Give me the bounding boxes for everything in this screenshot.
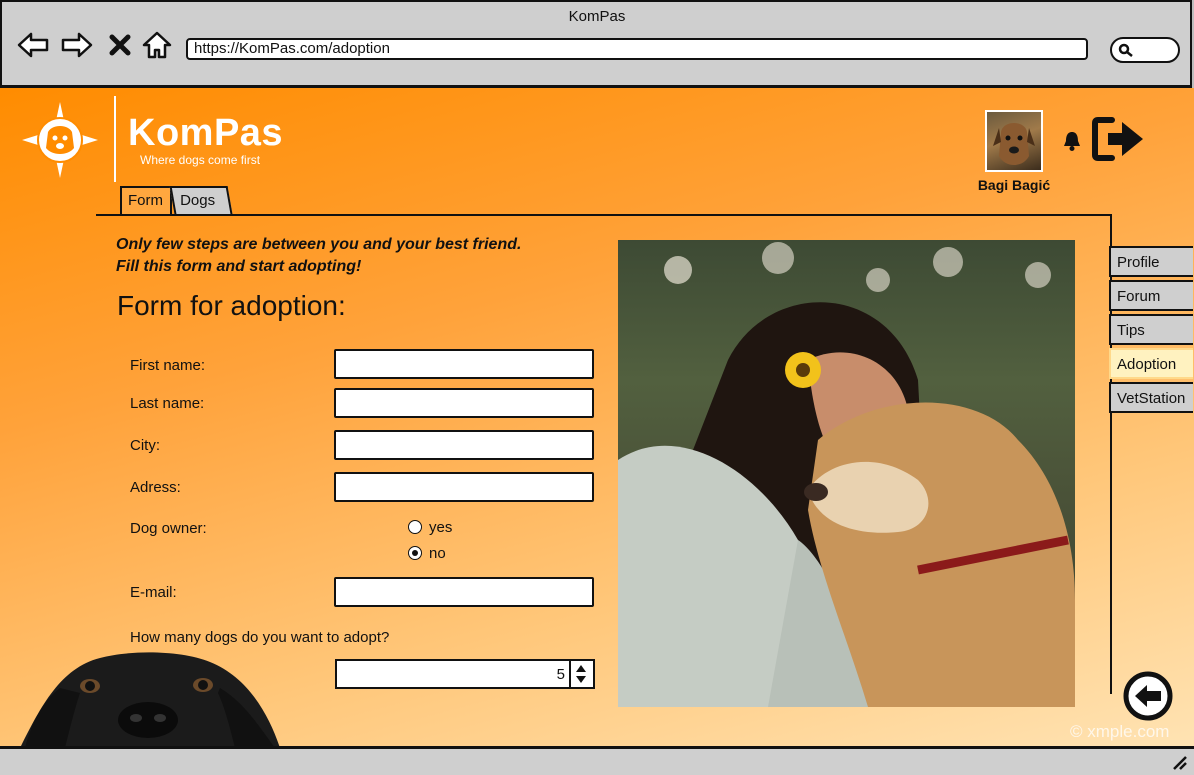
url-bar[interactable]: https://KomPas.com/adoption: [186, 38, 1088, 60]
email-label: E-mail:: [130, 584, 177, 601]
side-menu-tips[interactable]: Tips: [1109, 314, 1193, 345]
last-name-label: Last name:: [130, 395, 205, 412]
side-menu-forum[interactable]: Forum: [1109, 280, 1193, 311]
dogs-count-value: 5: [556, 666, 565, 683]
search-icon: [1118, 43, 1133, 57]
brand-tagline: Where dogs come first: [140, 153, 261, 167]
photo-illustration: [618, 242, 1075, 707]
window-title: KomPas: [568, 8, 626, 25]
logo-divider: [114, 96, 116, 182]
intro-line-1: Only few steps are between you and your …: [116, 236, 522, 253]
browser-search-field[interactable]: [1110, 37, 1180, 63]
dog-owner-yes-radio[interactable]: [408, 520, 422, 534]
first-name-label: First name:: [130, 357, 206, 374]
address-field[interactable]: [334, 472, 594, 502]
first-name-field[interactable]: [334, 349, 594, 379]
dog-avatar-image: [993, 123, 1035, 165]
woman-kissing-dog-photo: [618, 240, 1075, 707]
close-icon[interactable]: [106, 30, 134, 60]
intro-line-2: Fill this form and start adopting!: [116, 258, 362, 275]
form-title: Form for adoption:: [117, 290, 346, 321]
email-field[interactable]: [334, 577, 594, 607]
dogs-count-label: How many dogs do you want to adopt?: [130, 629, 390, 646]
dog-owner-yes-label[interactable]: yes: [429, 519, 452, 536]
forward-arrow-icon[interactable]: [60, 30, 94, 60]
compass-dog-logo-icon[interactable]: [18, 100, 102, 180]
logout-icon[interactable]: [1092, 116, 1146, 162]
tab-dogs[interactable]: Dogs: [169, 186, 233, 214]
resize-grip-icon[interactable]: [1170, 753, 1188, 771]
brand-name[interactable]: KomPas: [128, 112, 283, 155]
dogs-count-stepper[interactable]: 5: [335, 659, 595, 689]
dog-owner-no-label[interactable]: no: [429, 545, 446, 562]
back-circle-icon[interactable]: [1122, 670, 1174, 722]
side-menu-profile[interactable]: Profile: [1109, 246, 1193, 277]
tab-dogs-label: Dogs: [180, 192, 216, 209]
username[interactable]: Bagi Bagić: [960, 177, 1068, 193]
side-menu-vetstation[interactable]: VetStation: [1109, 382, 1193, 413]
address-label: Adress:: [130, 479, 181, 496]
home-icon[interactable]: [140, 30, 174, 60]
dog-owner-no-radio[interactable]: [408, 546, 422, 560]
stepper-arrows[interactable]: [569, 661, 593, 687]
dog-owner-label: Dog owner:: [130, 520, 207, 537]
status-bar: [0, 746, 1194, 775]
city-label: City:: [130, 437, 160, 454]
side-menu-adoption[interactable]: Adoption: [1109, 348, 1193, 379]
last-name-field[interactable]: [334, 388, 594, 418]
avatar[interactable]: [985, 110, 1043, 172]
tab-form[interactable]: Form: [120, 186, 172, 214]
stepper-up-down-icon[interactable]: [574, 663, 588, 685]
bell-icon[interactable]: [1062, 130, 1082, 152]
city-field[interactable]: [334, 430, 594, 460]
back-arrow-icon[interactable]: [16, 30, 50, 60]
watermark: © xmple.com: [1070, 722, 1170, 741]
